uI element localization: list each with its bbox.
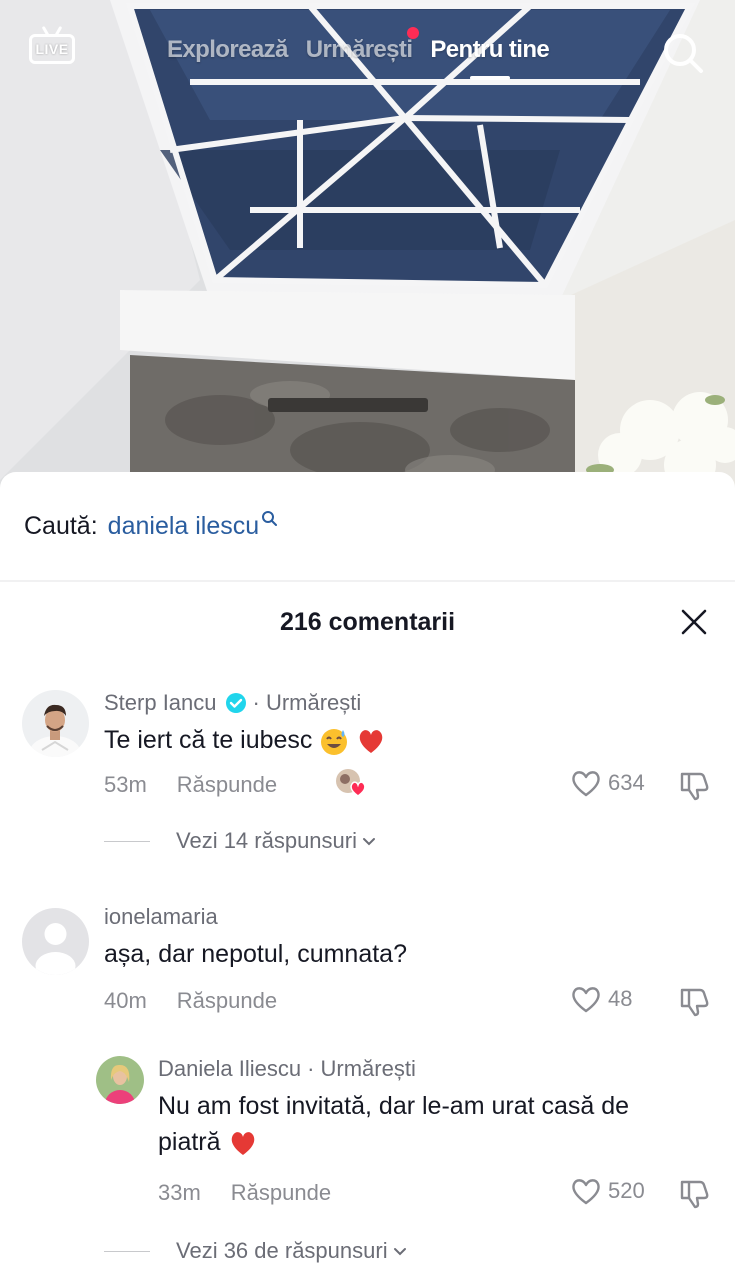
comment-author[interactable]: Sterp Iancu (104, 690, 217, 716)
reply-text: Nu am fost invitată, dar le-am urat casă… (158, 1088, 718, 1160)
default-avatar-icon (22, 908, 89, 975)
reply-author[interactable]: Daniela Iliescu (158, 1056, 301, 1082)
dislike-button[interactable] (678, 1176, 712, 1210)
heart-outline-icon (572, 1179, 600, 1205)
comment-time: 53m (104, 772, 147, 797)
feed-tabs: Explorează Urmărești Pentru tine (167, 27, 550, 80)
chevron-down-icon (393, 1248, 406, 1256)
user-avatar-photo (96, 1056, 144, 1104)
like-button[interactable]: 520 (570, 1176, 645, 1206)
close-icon (681, 609, 707, 635)
like-count: 48 (608, 986, 633, 1011)
reply-button[interactable]: Răspunde (177, 772, 277, 798)
thumbs-down-icon (680, 988, 709, 1017)
tab-for-you[interactable]: Pentru tine (430, 36, 550, 80)
thumbs-down-icon (680, 772, 709, 801)
section-divider (0, 580, 735, 582)
reply-text-word: piatră (158, 1128, 221, 1156)
search-suggestion[interactable]: Caută: daniela ilescu (24, 511, 278, 541)
live-icon: LIVE (29, 34, 75, 64)
dislike-button[interactable] (678, 768, 712, 802)
tab-following-label: Urmărești (305, 36, 413, 63)
search-button[interactable] (660, 30, 706, 76)
reply-meta: 33m Răspunde (158, 1180, 331, 1206)
replies-divider-line (104, 840, 150, 842)
reply-time: 33m (158, 1180, 201, 1205)
comment-text: așa, dar nepotul, cumnata? (104, 940, 407, 968)
comment-author[interactable]: ionelamaria (104, 904, 218, 930)
top-navigation: LIVE Explorează Urmărești Pentru tine (0, 0, 735, 100)
view-replies-button[interactable]: Vezi 14 răspunsuri (104, 828, 377, 854)
comments-sheet: Caută: daniela ilescu 216 comentarii Ste… (0, 472, 735, 1280)
comment-time: 40m (104, 988, 147, 1013)
tab-explore[interactable]: Explorează (167, 36, 288, 64)
reply-text-line-2: piatră (158, 1124, 718, 1160)
close-button[interactable] (676, 604, 712, 640)
avatar[interactable] (22, 690, 89, 757)
chevron-down-icon (363, 838, 375, 846)
reply-button[interactable]: Răspunde (231, 1180, 331, 1206)
like-count: 634 (608, 770, 645, 795)
tab-for-you-label: Pentru tine (430, 36, 550, 63)
red-heart-emoji-icon (231, 1132, 254, 1156)
view-replies-label: Vezi 36 de răspunsuri (176, 1238, 388, 1263)
sweat-smile-emoji-icon (321, 729, 348, 756)
avatar[interactable] (22, 908, 89, 975)
thumbs-down-icon (680, 1180, 709, 1209)
search-icon (664, 34, 703, 73)
following-label: · Urmărești (307, 1056, 416, 1081)
comment-text: Te iert că te iubesc (104, 722, 386, 758)
live-label: LIVE (35, 41, 69, 57)
following-label: · Urmărești (252, 690, 362, 715)
active-tab-indicator (469, 76, 510, 80)
tab-explore-label: Explorează (167, 36, 288, 63)
creator-liked-icon (336, 769, 366, 797)
dislike-button[interactable] (678, 984, 712, 1018)
heart-outline-icon (572, 771, 600, 797)
user-avatar-photo (22, 690, 89, 757)
replies-divider-line (104, 1250, 150, 1252)
comment-author-row: Sterp Iancu · Urmărești (104, 690, 361, 716)
comment-meta: 40m Răspunde (104, 988, 277, 1014)
search-suggestion-term: daniela ilescu (107, 512, 260, 540)
search-suggestion-prefix: Caută: (24, 512, 98, 540)
like-count: 520 (608, 1178, 645, 1203)
heart-outline-icon (572, 987, 600, 1013)
red-heart-emoji-icon (360, 730, 383, 754)
reply-text-line: Nu am fost invitată, dar le-am urat casă… (158, 1092, 630, 1120)
notification-dot (407, 27, 420, 39)
reply-author-row: Daniela Iliescu · Urmărești (158, 1056, 416, 1082)
like-button[interactable]: 48 (570, 984, 632, 1014)
comment-body: Te iert că te iubesc (104, 726, 313, 754)
comment-author-row: ionelamaria (104, 904, 218, 930)
tab-following[interactable]: Urmărești (305, 27, 420, 64)
verified-badge-icon (225, 693, 246, 713)
small-search-icon (262, 511, 278, 526)
view-replies-label: Vezi 14 răspunsuri (176, 828, 357, 853)
live-button[interactable]: LIVE (26, 26, 78, 72)
avatar[interactable] (96, 1056, 144, 1104)
comment-meta: 53m Răspunde (104, 772, 277, 798)
comments-count-title: 216 comentarii (279, 608, 456, 636)
reply-button[interactable]: Răspunde (177, 988, 277, 1014)
like-button[interactable]: 634 (570, 768, 645, 798)
view-replies-button[interactable]: Vezi 36 de răspunsuri (104, 1238, 408, 1264)
